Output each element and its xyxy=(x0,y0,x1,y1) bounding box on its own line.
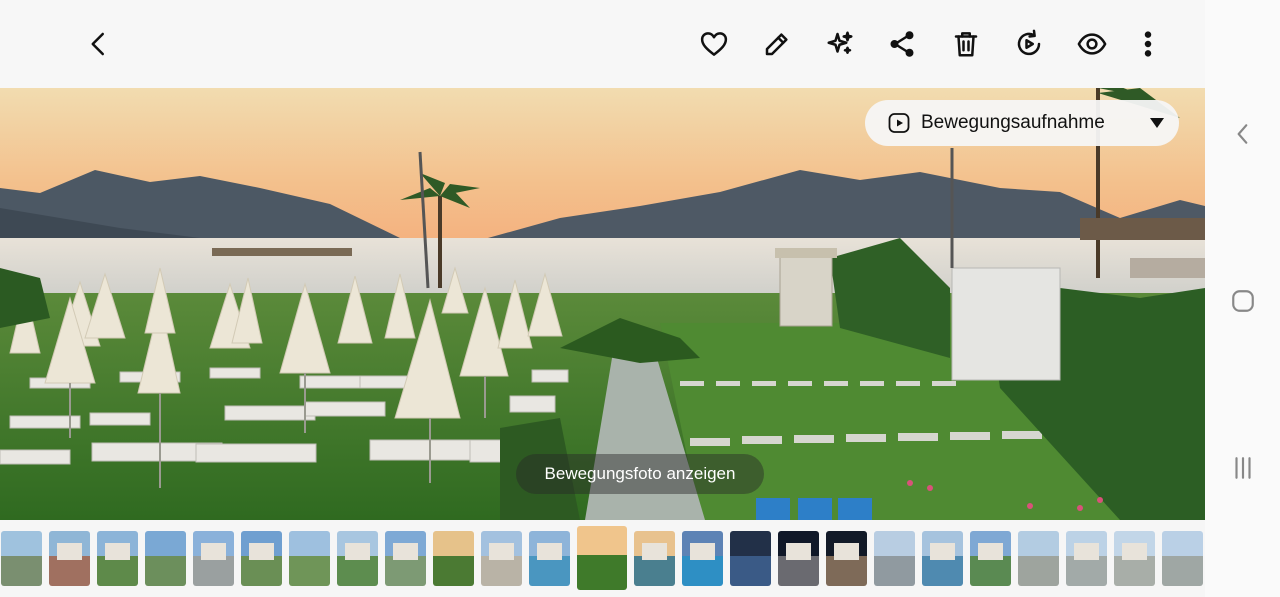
nav-home-button[interactable] xyxy=(1227,285,1259,317)
photo-viewer[interactable]: Bewegungsaufnahme Bewegungsfoto anzeigen xyxy=(0,88,1205,520)
filmstrip-thumbnail[interactable] xyxy=(922,531,963,586)
filmstrip-thumbnail[interactable] xyxy=(529,531,570,586)
motion-photo-toggle[interactable]: Bewegungsaufnahme xyxy=(865,100,1179,146)
filmstrip-thumbnail[interactable] xyxy=(193,531,234,586)
eye-icon xyxy=(1077,33,1107,55)
chevron-left-icon xyxy=(91,32,104,56)
filmstrip-thumbnail[interactable] xyxy=(97,531,138,586)
filmstrip xyxy=(0,522,1205,597)
home-icon xyxy=(1232,290,1254,312)
filmstrip-thumbnail[interactable] xyxy=(1018,531,1059,586)
back-button[interactable] xyxy=(79,24,119,64)
filmstrip-thumbnail[interactable] xyxy=(1066,531,1107,586)
more-vertical-icon xyxy=(1144,31,1152,57)
filmstrip-thumbnail[interactable] xyxy=(970,531,1011,586)
filmstrip-thumbnail[interactable] xyxy=(49,531,90,586)
edit-button[interactable] xyxy=(757,24,797,64)
filmstrip-thumbnail[interactable] xyxy=(1114,531,1155,586)
filmstrip-thumbnail[interactable] xyxy=(1,531,42,586)
share-button[interactable] xyxy=(882,24,922,64)
filmstrip-thumbnail[interactable] xyxy=(145,531,186,586)
nav-back-button[interactable] xyxy=(1227,118,1259,150)
filmstrip-thumbnail[interactable] xyxy=(826,531,867,586)
filmstrip-thumbnail[interactable] xyxy=(241,531,282,586)
filmstrip-thumbnail-selected[interactable] xyxy=(577,526,627,590)
favorite-button[interactable] xyxy=(694,24,734,64)
sparkle-icon xyxy=(827,31,853,54)
delete-button[interactable] xyxy=(946,24,986,64)
nav-recents-button[interactable] xyxy=(1227,452,1259,484)
motion-play-icon xyxy=(887,111,911,135)
more-options-button[interactable] xyxy=(1128,24,1168,64)
caret-down-icon xyxy=(1149,116,1165,130)
top-toolbar xyxy=(0,0,1205,88)
filmstrip-thumbnail[interactable] xyxy=(778,531,819,586)
back-icon xyxy=(1237,124,1248,144)
filmstrip-thumbnail[interactable] xyxy=(1162,531,1203,586)
motion-replay-icon xyxy=(1017,29,1041,56)
heart-icon xyxy=(700,32,728,56)
filmstrip-thumbnail[interactable] xyxy=(682,531,723,586)
filmstrip-thumbnail[interactable] xyxy=(337,531,378,586)
motion-replay-button[interactable] xyxy=(1009,24,1049,64)
filmstrip-thumbnail[interactable] xyxy=(433,531,474,586)
filmstrip-thumbnail[interactable] xyxy=(634,531,675,586)
filmstrip-thumbnail[interactable] xyxy=(730,531,771,586)
filmstrip-thumbnail[interactable] xyxy=(874,531,915,586)
view-button[interactable] xyxy=(1072,24,1112,64)
pencil-icon xyxy=(765,33,788,56)
recents-icon xyxy=(1235,457,1251,479)
filmstrip-thumbnail[interactable] xyxy=(385,531,426,586)
view-motion-photo-button[interactable]: Bewegungsfoto anzeigen xyxy=(516,454,764,494)
share-icon xyxy=(890,31,914,57)
system-nav-bar xyxy=(1205,0,1280,597)
ai-enhance-button[interactable] xyxy=(820,24,860,64)
filmstrip-thumbnail[interactable] xyxy=(481,531,522,586)
motion-photo-label: Bewegungsaufnahme xyxy=(921,112,1105,133)
trash-icon xyxy=(954,32,978,57)
filmstrip-thumbnail[interactable] xyxy=(289,531,330,586)
